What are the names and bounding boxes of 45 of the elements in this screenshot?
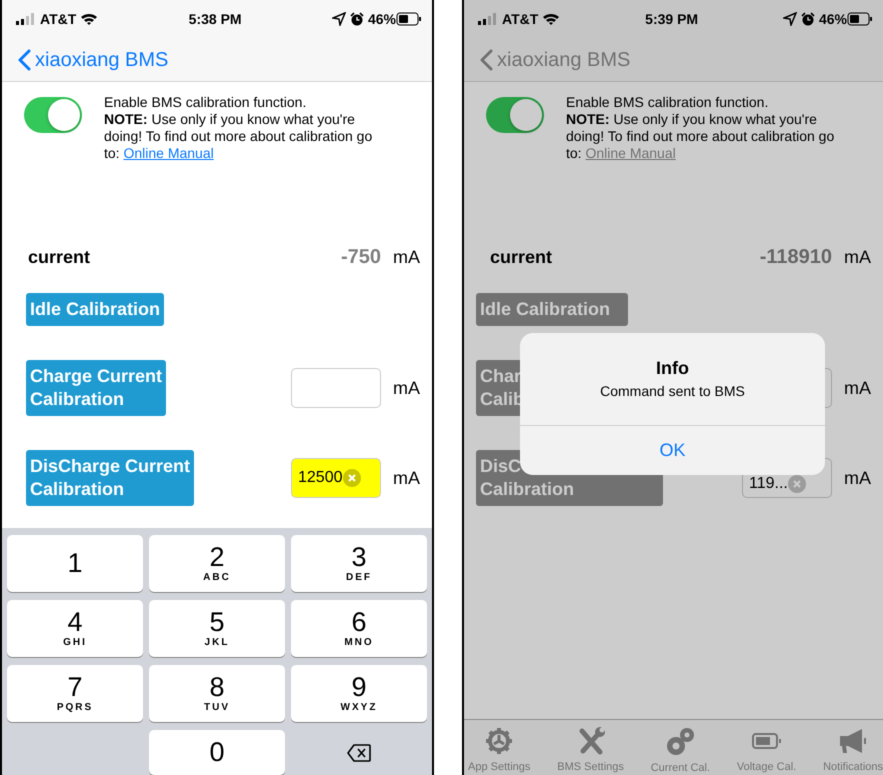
tab-item[interactable]: BMS Settings <box>557 726 624 775</box>
online-manual-link[interactable]: Online Manual <box>585 145 676 161</box>
battery-percent: 46% <box>368 10 396 28</box>
unit-label: mA <box>844 376 871 400</box>
tab-item[interactable]: Voltage Cal. <box>736 726 796 775</box>
keypad-key[interactable]: 4 GHI <box>7 600 143 657</box>
keypad-key[interactable]: 0 <box>149 730 285 775</box>
keypad-key[interactable]: 3 DEF <box>291 535 427 592</box>
battery-percent: 46% <box>818 10 847 28</box>
keypad-key[interactable]: 6 MNO <box>291 600 427 657</box>
calibration-button[interactable]: Charge Current Calibration <box>26 360 166 416</box>
keypad-key[interactable]: 7 PQRS <box>7 665 143 722</box>
status-time: 5:39 PM <box>644 10 700 28</box>
online-manual-link[interactable]: Online Manual <box>123 145 214 161</box>
keypad-key[interactable]: 2 ABC <box>149 535 285 592</box>
unit-label: mA <box>844 246 871 268</box>
alert-title: Info <box>655 357 690 379</box>
tab-item[interactable]: Notifications <box>823 726 883 775</box>
tab-item[interactable]: Current Cal. <box>650 726 710 775</box>
alert-message: Command sent to BMS <box>599 383 746 400</box>
current-value: -118910 <box>760 245 832 270</box>
tab-item[interactable]: App Settings <box>468 726 530 775</box>
ok-button[interactable]: OK <box>520 425 825 475</box>
value-field[interactable]: 12500 <box>291 458 381 498</box>
unit-label: mA <box>393 376 420 400</box>
keypad-key[interactable]: 5 JKL <box>149 600 285 657</box>
keypad-key[interactable]: 1 <box>7 535 143 592</box>
calibration-button[interactable]: Idle Calibration <box>476 293 628 326</box>
current-label: current <box>490 246 554 268</box>
calibration-button[interactable]: Idle Calibration <box>26 293 164 326</box>
current-label: current <box>28 246 92 268</box>
carrier-name: AT&T <box>502 10 538 28</box>
carrier-name: AT&T <box>40 10 76 28</box>
calibration-button[interactable]: DisCharge Current Calibration <box>26 450 194 506</box>
note-text: NOTE: Use only if you know what you're doing! To find out more about calibration go to: Online Manual <box>104 111 374 162</box>
unit-label: mA <box>393 466 420 490</box>
unit-label: mA <box>844 466 871 490</box>
description-text: Enable BMS calibration function. <box>566 94 770 111</box>
status-time: 5:38 PM <box>188 10 243 28</box>
unit-label: mA <box>393 246 420 268</box>
current-value: -750 <box>340 245 381 270</box>
keypad-key[interactable]: 9 WXYZ <box>291 665 427 722</box>
keypad-key[interactable]: 8 TUV <box>149 665 285 722</box>
note-text: NOTE: Use only if you know what you're doing! To find out more about calibration go to: Online Manual <box>566 111 836 162</box>
description-text: Enable BMS calibration function. <box>104 94 308 111</box>
